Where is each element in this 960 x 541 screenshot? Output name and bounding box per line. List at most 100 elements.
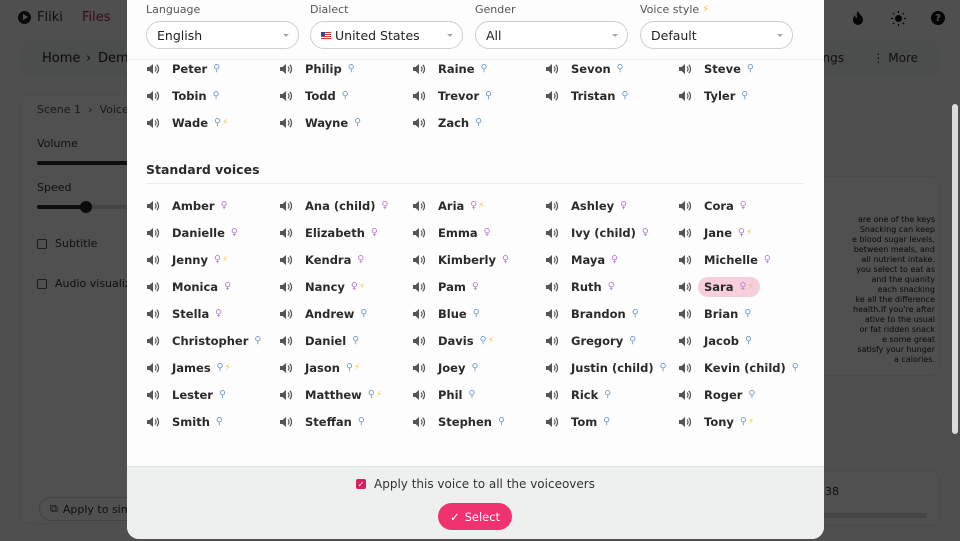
speaker-preview-icon[interactable] — [412, 308, 426, 320]
voice-item[interactable]: Nancy ♀ ⚡ — [279, 273, 412, 300]
voice-name[interactable]: Matthew ⚲ ⚡ — [305, 386, 382, 404]
voice-name[interactable]: Ana (child) ♀ — [305, 197, 388, 215]
voice-name[interactable]: Gregory ⚲ — [571, 332, 636, 350]
voice-name[interactable]: Ruth ♀ — [571, 278, 615, 296]
voice-name[interactable]: Philip ⚲ — [305, 61, 355, 78]
speaker-preview-icon[interactable] — [279, 63, 293, 75]
voice-name[interactable]: Wade ⚲ ⚡ — [172, 114, 228, 132]
speaker-preview-icon[interactable] — [279, 281, 293, 293]
voice-item[interactable]: Blue ⚲ — [412, 300, 545, 327]
speaker-preview-icon[interactable] — [545, 90, 559, 102]
speaker-preview-icon[interactable] — [412, 63, 426, 75]
speaker-preview-icon[interactable] — [678, 416, 692, 428]
voice-item[interactable]: Trevor ⚲ — [412, 82, 545, 109]
voice-name[interactable]: Rick ⚲ — [571, 386, 611, 404]
voice-name[interactable]: Steve ⚲ — [704, 61, 754, 78]
voice-style-select[interactable]: Default — [640, 21, 793, 49]
speaker-preview-icon[interactable] — [412, 335, 426, 347]
voice-item[interactable]: Wayne ⚲ — [279, 109, 412, 136]
voice-name[interactable]: Tony ⚲ ⚡ — [704, 413, 754, 431]
voice-name[interactable]: Michelle ♀ — [704, 251, 771, 269]
speaker-preview-icon[interactable] — [678, 227, 692, 239]
speaker-preview-icon[interactable] — [545, 63, 559, 75]
voice-item[interactable]: Davis ⚲ ⚡ — [412, 327, 545, 354]
voice-name[interactable]: Cora ♀ — [704, 197, 747, 215]
voice-name[interactable]: Tristan ⚲ — [571, 87, 628, 105]
speaker-preview-icon[interactable] — [678, 335, 692, 347]
voice-item[interactable]: Zach ⚲ — [412, 109, 545, 136]
speaker-preview-icon[interactable] — [678, 389, 692, 401]
speaker-preview-icon[interactable] — [678, 362, 692, 374]
voice-item[interactable]: Tom ⚲ — [545, 408, 678, 435]
voice-name[interactable]: Joey ⚲ — [438, 359, 478, 377]
voice-item[interactable]: Aria ♀ ⚡ — [412, 192, 545, 219]
speaker-preview-icon[interactable] — [412, 90, 426, 102]
speaker-preview-icon[interactable] — [146, 335, 160, 347]
speaker-preview-icon[interactable] — [412, 227, 426, 239]
speaker-preview-icon[interactable] — [146, 389, 160, 401]
voice-item[interactable]: Raine ⚲ — [412, 61, 545, 82]
voice-item[interactable]: Ashley ♀ — [545, 192, 678, 219]
voice-name[interactable]: Zach ⚲ — [438, 114, 482, 132]
speaker-preview-icon[interactable] — [678, 63, 692, 75]
voice-item[interactable]: Sevon ⚲ — [545, 61, 678, 82]
voice-item[interactable]: Joey ⚲ — [412, 354, 545, 381]
speaker-preview-icon[interactable] — [279, 227, 293, 239]
voice-item[interactable]: Gregory ⚲ — [545, 327, 678, 354]
speaker-preview-icon[interactable] — [279, 308, 293, 320]
voice-item[interactable]: Jane ♀ ⚡ — [678, 219, 811, 246]
speaker-preview-icon[interactable] — [146, 254, 160, 266]
voice-name[interactable]: Amber ♀ — [172, 197, 228, 215]
voice-item[interactable]: Amber ♀ — [146, 192, 279, 219]
speaker-preview-icon[interactable] — [146, 117, 160, 129]
select-button[interactable]: ✓ Select — [438, 503, 512, 530]
voice-name[interactable]: Brandon ⚲ — [571, 305, 639, 323]
voice-name[interactable]: Raine ⚲ — [438, 61, 488, 78]
speaker-preview-icon[interactable] — [412, 362, 426, 374]
speaker-preview-icon[interactable] — [146, 308, 160, 320]
voice-name[interactable]: Lester ⚲ — [172, 386, 226, 404]
speaker-preview-icon[interactable] — [412, 389, 426, 401]
voice-item[interactable]: Kimberly ♀ — [412, 246, 545, 273]
speaker-preview-icon[interactable] — [279, 200, 293, 212]
speaker-preview-icon[interactable] — [146, 281, 160, 293]
voice-item[interactable]: Stella ♀ — [146, 300, 279, 327]
voice-item[interactable]: Philip ⚲ — [279, 61, 412, 82]
voice-name[interactable]: Todd ⚲ — [305, 87, 349, 105]
speaker-preview-icon[interactable] — [545, 362, 559, 374]
dialect-select[interactable]: United States — [310, 21, 463, 49]
voice-name[interactable]: Nancy ♀ ⚡ — [305, 278, 365, 296]
voice-list[interactable]: Peter ⚲ Philip ⚲ Raine ⚲ Sevon ⚲ Steve ⚲ Tobin ⚲ Tod… — [127, 61, 824, 465]
speaker-preview-icon[interactable] — [545, 281, 559, 293]
voice-name[interactable]: Ashley ♀ — [571, 197, 627, 215]
voice-item[interactable]: Brandon ⚲ — [545, 300, 678, 327]
speaker-preview-icon[interactable] — [545, 335, 559, 347]
voice-item[interactable]: Rick ⚲ — [545, 381, 678, 408]
voice-name[interactable]: Christopher ⚲ — [172, 332, 261, 350]
voice-name[interactable]: Andrew ⚲ — [305, 305, 367, 323]
voice-item[interactable]: Daniel ⚲ — [279, 327, 412, 354]
voice-name[interactable]: Brian ⚲ — [704, 305, 751, 323]
voice-item[interactable]: Peter ⚲ — [146, 61, 279, 82]
voice-item[interactable]: Ruth ♀ — [545, 273, 678, 300]
speaker-preview-icon[interactable] — [545, 308, 559, 320]
voice-item[interactable]: Kendra ♀ — [279, 246, 412, 273]
voice-item[interactable]: Phil ⚲ — [412, 381, 545, 408]
speaker-preview-icon[interactable] — [678, 308, 692, 320]
voice-name[interactable]: Jane ♀ ⚡ — [704, 224, 752, 242]
voice-name[interactable]: Aria ♀ ⚡ — [438, 197, 485, 215]
voice-name[interactable]: Jenny ♀ ⚡ — [172, 251, 228, 269]
voice-item[interactable]: Tobin ⚲ — [146, 82, 279, 109]
voice-item[interactable]: Smith ⚲ — [146, 408, 279, 435]
voice-name[interactable]: Emma ♀ — [438, 224, 491, 242]
speaker-preview-icon[interactable] — [146, 63, 160, 75]
voice-item[interactable]: Kevin (child) ⚲ — [678, 354, 811, 381]
speaker-preview-icon[interactable] — [678, 200, 692, 212]
speaker-preview-icon[interactable] — [412, 416, 426, 428]
voice-item[interactable]: Tony ⚲ ⚡ — [678, 408, 811, 435]
voice-item[interactable]: Steve ⚲ — [678, 61, 811, 82]
voice-item-selected[interactable]: Sara ♀ ⚡ — [678, 273, 811, 300]
voice-name[interactable]: James ⚲ ⚡ — [172, 359, 231, 377]
voice-item[interactable]: Steffan ⚲ — [279, 408, 412, 435]
apply-to-all-checkbox[interactable]: ✓ Apply this voice to all the voiceovers — [127, 477, 824, 491]
